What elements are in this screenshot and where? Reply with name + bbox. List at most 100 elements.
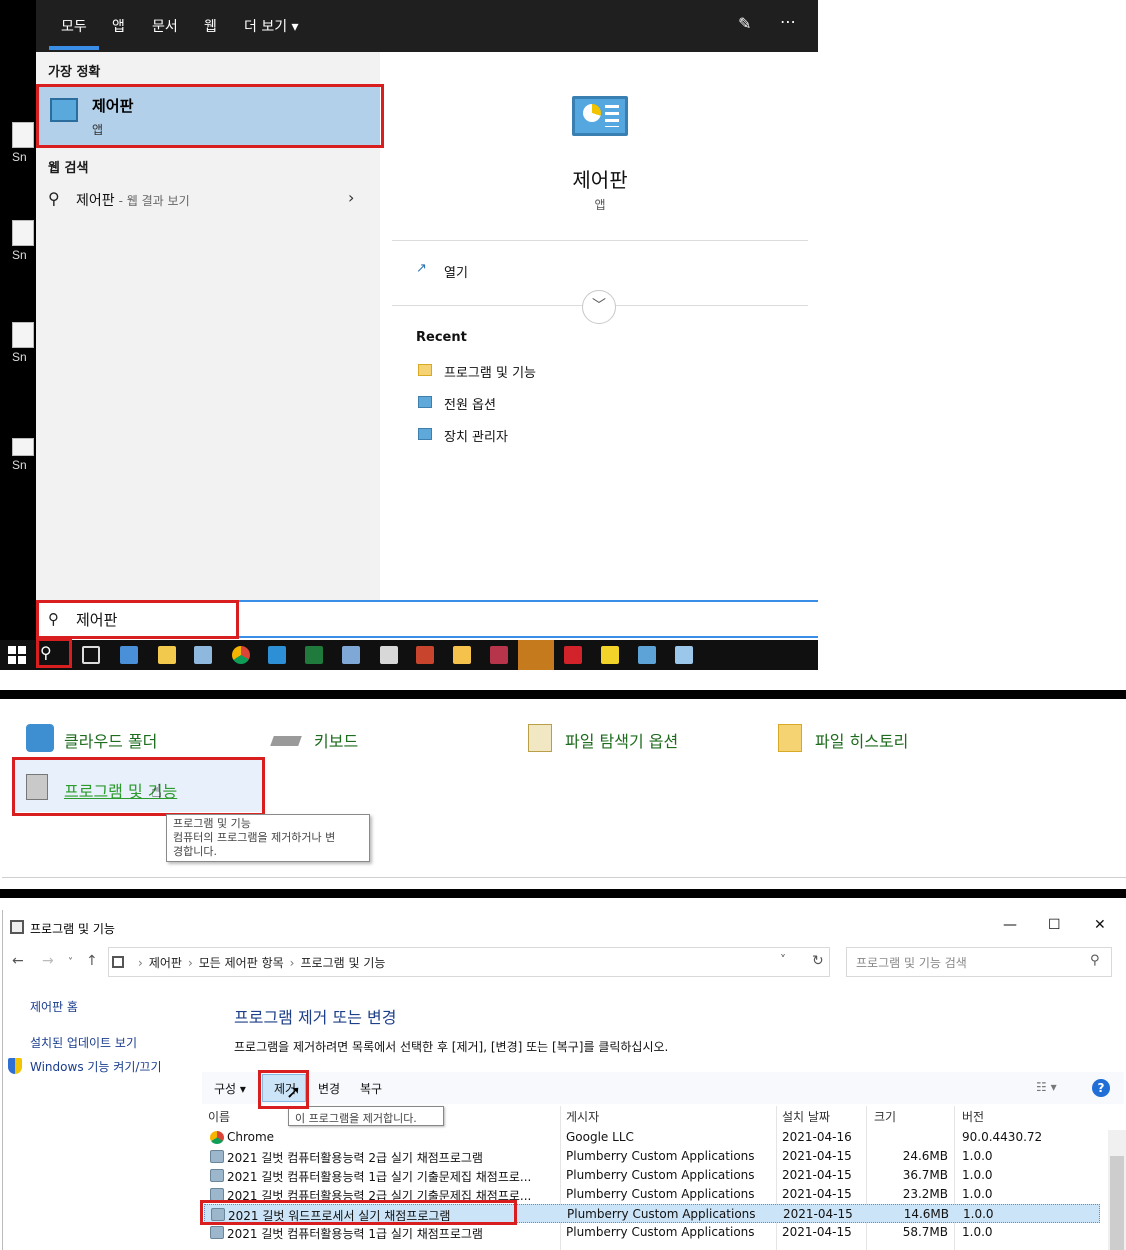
- view-options-icon[interactable]: ☷ ▾: [1036, 1080, 1057, 1094]
- setup-icon: [210, 1226, 224, 1239]
- desktop-shortcut[interactable]: Sn: [12, 220, 36, 262]
- command-bar: [202, 1072, 1124, 1104]
- section-divider: [0, 889, 1126, 898]
- breadcrumb: › 제어판 › 모든 제어판 항목 › 프로그램 및 기능: [138, 956, 386, 970]
- cloud-folder-icon: [26, 724, 54, 752]
- cp-item-keyboard[interactable]: 키보드: [314, 728, 358, 752]
- desktop-strip: [0, 0, 36, 640]
- powerpoint-icon[interactable]: [416, 646, 434, 664]
- desktop-shortcut[interactable]: Sn: [12, 438, 36, 472]
- feedback-icon[interactable]: ✎: [738, 14, 751, 33]
- organize-button[interactable]: 구성 ▾: [214, 1080, 246, 1097]
- recent-locations-icon[interactable]: ˅: [68, 957, 73, 968]
- file-history-icon: [778, 724, 802, 752]
- access-icon[interactable]: [490, 646, 508, 664]
- task-view-icon[interactable]: [82, 646, 100, 664]
- document-thumbnail-icon: [12, 322, 34, 348]
- tab-apps[interactable]: 앱: [112, 16, 125, 36]
- divider: [392, 240, 808, 241]
- column-header-size[interactable]: 크기: [874, 1108, 896, 1125]
- column-header-publisher[interactable]: 게시자: [566, 1108, 599, 1125]
- highlight-box: [36, 600, 239, 639]
- acrobat-icon[interactable]: [564, 646, 582, 664]
- notepad-icon[interactable]: [380, 646, 398, 664]
- highlight-box: [36, 638, 72, 668]
- breadcrumb-item[interactable]: 제어판: [149, 956, 182, 970]
- control-panel-icon: [418, 396, 432, 408]
- tab-all[interactable]: 모두: [61, 16, 87, 36]
- excel-icon[interactable]: [305, 646, 323, 664]
- file-explorer-icon[interactable]: [158, 646, 176, 664]
- help-icon[interactable]: ?: [1092, 1079, 1110, 1097]
- close-icon[interactable]: ✕: [1094, 917, 1106, 933]
- web-search-result[interactable]: 제어판 - 웹 결과 보기: [76, 190, 190, 210]
- web-search-header: 웹 검색: [48, 161, 89, 176]
- tab-more[interactable]: 더 보기 ▾: [244, 16, 299, 36]
- more-options-icon[interactable]: ⋯: [780, 12, 796, 31]
- breadcrumb-item[interactable]: 모든 제어판 항목: [199, 956, 284, 970]
- column-header-version[interactable]: 버전: [962, 1108, 984, 1125]
- app-icon[interactable]: [638, 646, 656, 664]
- column-header-name[interactable]: 이름: [208, 1108, 230, 1125]
- change-button[interactable]: 변경: [318, 1080, 340, 1097]
- desktop-shortcut[interactable]: Sn: [12, 322, 36, 364]
- search-placeholder: 프로그램 및 기능 검색: [856, 956, 967, 970]
- app-icon[interactable]: [453, 646, 471, 664]
- folder-icon: [418, 364, 432, 376]
- maximize-icon[interactable]: ☐: [1048, 917, 1061, 933]
- refresh-icon[interactable]: ↻: [812, 953, 824, 969]
- setup-icon: [210, 1150, 224, 1163]
- app-icon[interactable]: [194, 646, 212, 664]
- table-row[interactable]: 2021 길벗 컴퓨터활용능력 2급 실기 채점프로그램 Plumberry C…: [204, 1147, 1100, 1166]
- sticky-notes-icon[interactable]: [601, 646, 619, 664]
- breadcrumb-item[interactable]: 프로그램 및 기능: [300, 956, 385, 970]
- kakaotalk-icon[interactable]: [518, 640, 554, 670]
- cp-item-file-history[interactable]: 파일 히스토리: [815, 728, 908, 752]
- tab-web[interactable]: 웹: [204, 16, 217, 36]
- open-action[interactable]: 열기: [444, 262, 468, 281]
- app-icon[interactable]: [342, 646, 360, 664]
- forward-icon[interactable]: →: [42, 953, 54, 969]
- search-icon[interactable]: ⚲: [1090, 953, 1100, 968]
- repair-button[interactable]: 복구: [360, 1080, 382, 1097]
- column-header-install-date[interactable]: 설치 날짜: [782, 1108, 830, 1125]
- back-icon[interactable]: ←: [12, 953, 24, 969]
- active-tab-indicator: [49, 46, 99, 50]
- document-thumbnail-icon: [12, 122, 34, 148]
- desktop-shortcut[interactable]: Sn: [12, 122, 36, 164]
- chevron-right-icon[interactable]: ›: [348, 188, 354, 207]
- app-icon[interactable]: [675, 646, 693, 664]
- left-link-windows-features[interactable]: Windows 기능 켜기/끄기: [30, 1058, 161, 1075]
- table-row[interactable]: Chrome Google LLC 2021-04-16 90.0.4430.7…: [204, 1128, 1100, 1147]
- chrome-icon: [210, 1131, 224, 1144]
- tab-documents[interactable]: 문서: [152, 16, 178, 36]
- preview-title: 제어판: [572, 168, 628, 192]
- table-row[interactable]: 2021 길벗 컴퓨터활용능력 1급 실기 채점프로그램 Plumberry C…: [204, 1223, 1100, 1242]
- scrollbar-thumb[interactable]: [1110, 1156, 1124, 1250]
- up-icon[interactable]: ↑: [86, 953, 98, 969]
- expand-button[interactable]: ﹀: [582, 290, 616, 324]
- app-icon[interactable]: [120, 646, 138, 664]
- hangul-icon[interactable]: [268, 646, 286, 664]
- tooltip: 프로그램 및 기능 컴퓨터의 프로그램을 제거하거나 변 경합니다.: [166, 814, 370, 862]
- shield-icon: [8, 1058, 22, 1074]
- windows-start-icon[interactable]: [8, 646, 26, 664]
- minimize-icon[interactable]: —: [1003, 917, 1017, 933]
- left-link-installed-updates[interactable]: 설치된 업데이트 보기: [30, 1034, 137, 1051]
- document-thumbnail-icon: [12, 220, 34, 246]
- recent-header: Recent: [416, 330, 467, 345]
- cp-item-file-explorer-options[interactable]: 파일 탐색기 옵션: [565, 728, 678, 752]
- tooltip: 이 프로그램을 제거합니다.: [288, 1106, 444, 1126]
- preview-subtitle: 앱: [594, 198, 606, 212]
- chevron-down-icon[interactable]: ˅: [780, 953, 786, 967]
- left-link-cp-home[interactable]: 제어판 홈: [30, 998, 78, 1015]
- control-panel-icon: [112, 956, 124, 968]
- cp-item-cloud-folder[interactable]: 클라우드 폴더: [64, 728, 157, 752]
- setup-icon: [210, 1169, 224, 1182]
- section-divider: [0, 690, 1126, 699]
- highlight-box: [36, 84, 384, 148]
- search-icon: ⚲: [48, 189, 60, 208]
- control-panel-icon: [572, 96, 628, 136]
- table-row[interactable]: 2021 길벗 컴퓨터활용능력 1급 실기 기출문제집 채점프로... Plum…: [204, 1166, 1100, 1185]
- chrome-icon[interactable]: [232, 646, 250, 664]
